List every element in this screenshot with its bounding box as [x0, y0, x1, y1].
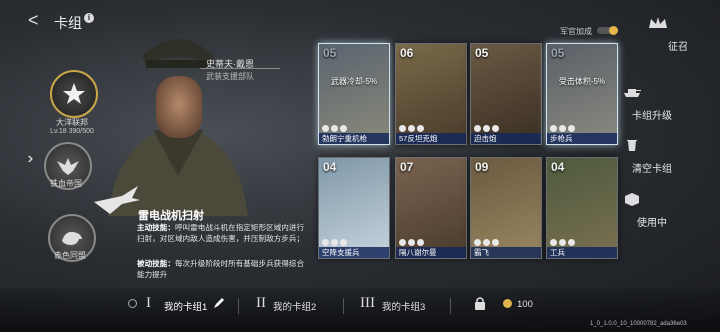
deck-tab-1[interactable]: 我的卡组1	[164, 299, 207, 313]
unit-card[interactable]: 06 57反坦克炮	[395, 43, 467, 145]
divider	[450, 298, 451, 314]
passive-skill-desc: 被动技能：每次升级阶段时所有基础步兵获得综合能力提升	[137, 258, 307, 280]
recruit-button[interactable]: 征召	[648, 16, 708, 53]
cube-icon	[625, 193, 639, 206]
deck-roman: I	[146, 295, 151, 311]
unit-card[interactable]: 04 工兵	[546, 157, 618, 259]
card-trait-icons	[399, 239, 424, 246]
commander-unit: 武装支援部队	[206, 72, 254, 81]
card-cost: 04	[323, 160, 337, 174]
active-skill-desc: 主动技能：呼叫雷电战斗机在指定矩形区域内进行扫射，对区域内敌人造成伤害，并压制敌…	[137, 222, 307, 244]
skill-name: 雷电战机扫射	[138, 210, 204, 222]
crown-icon	[649, 17, 667, 28]
unit-card[interactable]: 05 受击体积-5% 步枪兵	[546, 43, 618, 145]
unit-card[interactable]: 07 隔八谢尔曼	[395, 157, 467, 259]
fighter-plane-icon	[94, 186, 140, 214]
card-cost: 04	[551, 160, 565, 174]
deck-upgrade-label: 卡组升级	[632, 111, 672, 122]
unit-card[interactable]: 05 迫击炮	[470, 43, 542, 145]
unit-card[interactable]: 04 空降支援兵	[318, 157, 390, 259]
card-name: 勃朗宁重机枪	[319, 133, 389, 144]
clear-deck-button[interactable]: 清空卡组	[622, 138, 682, 175]
card-trait-icons	[322, 239, 347, 246]
star-emblem-icon	[50, 70, 98, 118]
card-name: 迫击炮	[471, 133, 541, 144]
card-name: 空降支援兵	[319, 247, 389, 258]
card-trait-icons	[550, 239, 575, 246]
card-cost: 05	[551, 46, 565, 60]
tank-icon	[624, 89, 641, 97]
card-name: 步枪兵	[547, 133, 617, 144]
card-name: 隔八谢尔曼	[396, 247, 466, 258]
card-name: 57反坦克炮	[396, 133, 466, 144]
in-use-button[interactable]: 使用中	[622, 192, 682, 229]
target-icon	[128, 299, 137, 308]
officer-bonus-label: 军官加成	[560, 27, 592, 36]
page-title: 卡组	[54, 15, 82, 31]
version-text: 1_0_1.0.0_10_10000782_ada36e03	[590, 321, 687, 327]
back-button[interactable]: <	[28, 10, 39, 31]
faction-oceanic[interactable]	[50, 70, 98, 118]
card-trait-icons	[399, 125, 424, 132]
deck-upgrade-button[interactable]: 卡组升级	[622, 85, 682, 122]
card-name: 工兵	[547, 247, 617, 258]
card-trait-icons	[550, 125, 575, 132]
divider	[238, 298, 239, 314]
in-use-label: 使用中	[637, 218, 667, 229]
faction-name: 赤色同盟	[54, 251, 86, 260]
card-cost: 09	[475, 160, 489, 174]
card-trait-icons	[322, 125, 347, 132]
card-cost: 05	[323, 46, 337, 60]
unit-card[interactable]: 09 霸飞	[470, 157, 542, 259]
card-cost: 07	[400, 160, 414, 174]
officer-bonus-toggle[interactable]	[597, 26, 618, 35]
trash-icon	[627, 140, 637, 151]
card-bonus: 武器冷却-5%	[330, 77, 378, 86]
divider	[200, 68, 280, 69]
deck-tab-3[interactable]: 我的卡组3	[382, 299, 425, 313]
currency-amount: 100	[517, 299, 533, 310]
passive-skill-label: 被动技能：	[137, 259, 175, 268]
card-bonus: 受击体积-5%	[558, 77, 606, 86]
active-skill-label: 主动技能：	[137, 223, 175, 232]
card-trait-icons	[474, 125, 499, 132]
unit-card[interactable]: 05 武器冷却-5% 勃朗宁重机枪	[318, 43, 390, 145]
info-icon[interactable]: i	[84, 13, 94, 23]
recruit-label: 征召	[668, 42, 688, 53]
clear-deck-label: 清空卡组	[632, 164, 672, 175]
card-cost: 06	[400, 46, 414, 60]
coin-icon	[503, 299, 512, 308]
card-name: 霸飞	[471, 247, 541, 258]
card-trait-icons	[474, 239, 499, 246]
divider	[343, 298, 344, 314]
edit-icon[interactable]	[212, 296, 226, 310]
card-cost: 05	[475, 46, 489, 60]
deck-tab-2[interactable]: 我的卡组2	[273, 299, 316, 313]
deck-roman: III	[360, 295, 375, 311]
deck-roman: II	[256, 295, 266, 311]
lock-icon[interactable]	[474, 296, 486, 310]
